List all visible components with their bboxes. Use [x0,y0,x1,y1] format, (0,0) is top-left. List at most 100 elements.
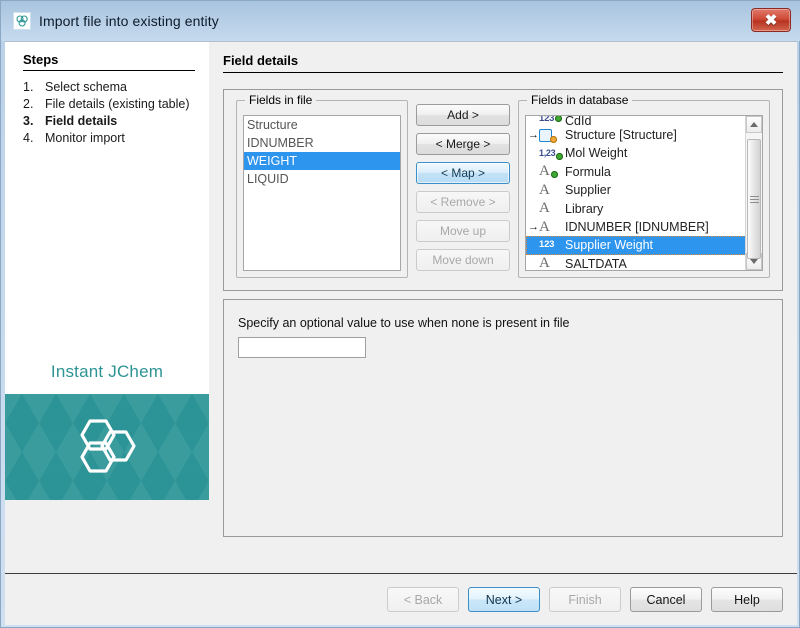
fields-in-database-group: Fields in database 123 CdId [518,100,770,278]
table-row[interactable]: 1,23 Mol Weight [526,144,762,162]
fields-in-database-list[interactable]: 123 CdId → S [525,115,763,271]
finish-button: Finish [549,587,621,612]
db-field-label: Formula [563,163,611,181]
letter-a-icon: A [539,201,563,217]
cancel-button-label: Cancel [647,593,686,607]
scroll-up-button[interactable] [746,116,762,133]
page-title-divider [223,72,783,73]
help-button-label: Help [734,593,760,607]
fields-in-database-label: Fields in database [527,93,632,107]
table-row[interactable]: A SALTDATA [526,255,762,271]
next-button-label: Next > [486,593,522,607]
db-field-label: SALTDATA [563,255,627,271]
list-item[interactable]: LIQUID [244,170,400,188]
structure-hex-orange-icon [539,127,563,143]
db-field-label: CdId [563,117,591,126]
optional-value-input[interactable] [238,337,366,358]
close-button[interactable]: ✖ [751,8,791,32]
fields-in-file-group: Fields in file Structure IDNUMBER WEIGHT… [236,100,408,278]
numeric-123-icon: 123 [539,238,563,254]
merge-button[interactable]: < Merge > [416,133,510,155]
step-item-3: 3. Field details [23,113,203,129]
mapped-arrow-icon: → [528,218,539,236]
brand-banner [5,394,209,500]
letter-a-icon: A [539,256,563,271]
page-title: Field details [223,50,783,72]
db-field-label: IDNUMBER [IDNUMBER] [563,218,709,236]
vertical-scrollbar[interactable] [745,116,762,270]
list-item[interactable]: IDNUMBER [244,134,400,152]
scrollbar-thumb[interactable] [747,139,761,259]
scrollbar-track[interactable] [746,133,762,253]
sidebar-spacer [5,147,209,362]
add-button[interactable]: Add > [416,104,510,126]
steps-divider [23,70,195,71]
table-row[interactable]: A Supplier [526,181,762,199]
dialog-footer: < Back Next > Finish Cancel Help [5,573,797,625]
letter-a-icon: A [539,182,563,198]
mapping-action-buttons: Add > < Merge > < Map > < Remove > Move … [408,100,518,278]
numeric-1-23-green-icon: 1,23 [539,146,563,162]
steps-list: 1. Select schema 2. File details (existi… [5,79,209,147]
step-label: Select schema [45,79,203,95]
dialog-client-area: Steps 1. Select schema 2. File details (… [5,41,797,625]
step-number: 4. [23,130,45,146]
step-item-2: 2. File details (existing table) [23,96,203,112]
step-label: Monitor import [45,130,203,146]
steps-sidebar: Steps 1. Select schema 2. File details (… [5,42,209,573]
steps-heading: Steps [5,42,209,70]
scroll-up-arrow-icon [750,122,758,127]
fields-in-file-label: Fields in file [245,93,316,107]
letter-a-icon: A [539,219,563,235]
window-title: Import file into existing entity [39,13,219,29]
step-item-1: 1. Select schema [23,79,203,95]
db-field-label: Mol Weight [563,144,627,162]
step-label: File details (existing table) [45,96,203,112]
back-button-label: < Back [404,593,443,607]
next-button[interactable]: Next > [468,587,540,612]
sidebar-footer-pad [5,500,209,573]
step-label: Field details [45,113,203,129]
step-number: 3. [23,113,45,129]
db-field-label: Library [563,200,603,218]
close-icon: ✖ [765,11,778,29]
table-row[interactable]: 123 CdId [526,116,762,126]
mapped-arrow-icon: → [528,126,539,144]
list-item[interactable]: WEIGHT [244,152,400,170]
table-row[interactable]: 123 Supplier Weight [526,236,762,254]
db-field-label: Supplier [563,181,611,199]
optional-value-panel: Specify an optional value to use when no… [223,299,783,537]
list-item[interactable]: Structure [244,116,400,134]
db-list-rows: 123 CdId → S [526,116,762,271]
step-item-4: 4. Monitor import [23,130,203,146]
molecule-icon [13,12,31,30]
remove-button: < Remove > [416,191,510,213]
table-row[interactable]: → A IDNUMBER [IDNUMBER] [526,218,762,236]
optional-value-label: Specify an optional value to use when no… [238,316,768,330]
scroll-thumb-grip-icon [750,194,759,205]
map-button[interactable]: < Map > [416,162,510,184]
db-field-label: Structure [Structure] [563,126,677,144]
field-mapping-panel: Fields in file Structure IDNUMBER WEIGHT… [223,89,783,291]
step-number: 1. [23,79,45,95]
step-number: 2. [23,96,45,112]
finish-button-label: Finish [568,593,601,607]
table-row[interactable]: A Library [526,200,762,218]
table-row[interactable]: A Formula [526,163,762,181]
table-row[interactable]: → Structure [Structure] [526,126,762,144]
db-field-label: Supplier Weight [563,236,653,254]
fields-in-file-list[interactable]: Structure IDNUMBER WEIGHT LIQUID [243,115,401,271]
help-button[interactable]: Help [711,587,783,612]
move-down-button: Move down [416,249,510,271]
scroll-down-arrow-icon [750,259,758,264]
letter-a-green-icon: A [539,164,563,180]
move-up-button: Move up [416,220,510,242]
title-bar: Import file into existing entity ✖ [1,1,800,41]
brand-name: Instant JChem [5,362,209,394]
numeric-123-green-icon: 123 [539,116,563,126]
back-button: < Back [387,587,459,612]
dialog-body: Steps 1. Select schema 2. File details (… [5,42,797,573]
content-pane: Field details Fields in file Structure I… [209,42,797,573]
cancel-button[interactable]: Cancel [630,587,702,612]
hexagon-trio-logo-icon [68,415,146,480]
